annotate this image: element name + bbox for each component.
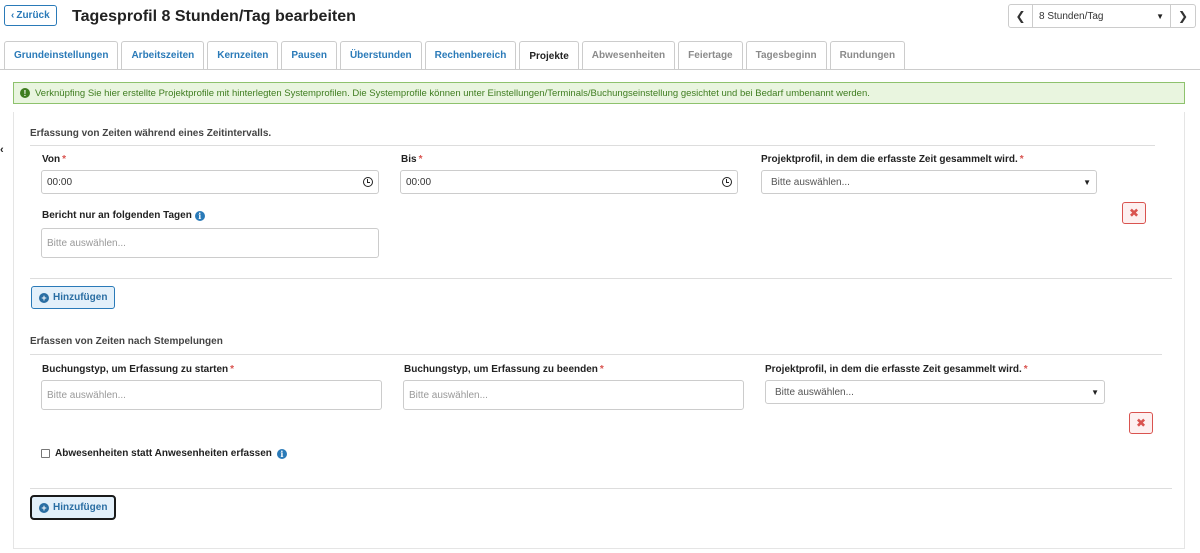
profile-select[interactable]: 8 Stunden/Tag ▼ — [1033, 4, 1171, 28]
alert-text: Verknüpfing Sie hier erstellte Projektpr… — [35, 87, 870, 99]
info-icon[interactable]: i — [276, 448, 287, 459]
tab-feiertage[interactable]: Feiertage — [678, 41, 743, 69]
stamps-profile-label: Projektprofil, in dem die erfasste Zeit … — [765, 364, 1028, 375]
start-type-placeholder: Bitte auswählen... — [47, 389, 126, 401]
tab-abwesenheiten[interactable]: Abwesenheiten — [581, 41, 676, 69]
x-icon: ✖ — [1128, 206, 1140, 220]
tab-projekte[interactable]: Projekte — [519, 41, 579, 70]
back-button[interactable]: ‹ Zurück — [4, 5, 57, 26]
von-label-text: Von — [42, 154, 61, 165]
add-interval-button[interactable]: + Hinzufügen — [31, 286, 116, 309]
end-type-label-text: Buchungstyp, um Erfassung zu beenden — [404, 364, 598, 375]
profile-navigation: ❮ 8 Stunden/Tag ▼ ❯ — [1008, 4, 1196, 28]
chevron-left-icon: ‹ — [11, 10, 15, 21]
bis-label: Bis * — [401, 154, 422, 165]
required-mark: * — [1023, 364, 1028, 375]
previous-profile-button[interactable]: ❮ — [1008, 4, 1033, 28]
end-type-select[interactable]: Bitte auswählen... — [403, 380, 744, 410]
absence-checkbox[interactable] — [41, 449, 50, 458]
bis-time-input[interactable]: 00:00 — [400, 170, 738, 194]
stamps-profile-select[interactable]: Bitte auswählen... ▼ — [765, 380, 1105, 404]
tab-kernzeiten[interactable]: Kernzeiten — [207, 41, 279, 69]
plus-circle-icon: + — [39, 292, 49, 303]
section-divider — [30, 488, 1172, 489]
tab-arbeitszeiten[interactable]: Arbeitszeiten — [121, 41, 205, 69]
absence-checkbox-label[interactable]: Abwesenheiten statt Anwesenheiten erfass… — [55, 448, 272, 459]
remove-stamps-row-button[interactable]: ✖ — [1129, 412, 1153, 434]
plus-circle-icon: + — [39, 502, 49, 513]
clock-icon[interactable] — [722, 177, 732, 187]
tab-bar-divider — [0, 69, 1200, 70]
interval-profile-value: Bitte auswählen... — [771, 176, 850, 188]
days-label-text: Bericht nur an folgenden Tagen — [42, 210, 192, 221]
bis-time-value: 00:00 — [406, 176, 432, 188]
sidebar-toggle-icon[interactable]: ‹ — [0, 143, 7, 157]
required-mark: * — [230, 364, 235, 375]
end-type-placeholder: Bitte auswählen... — [409, 389, 488, 401]
start-type-label-text: Buchungstyp, um Erfassung zu starten — [42, 364, 229, 375]
tab-tagesbeginn[interactable]: Tagesbeginn — [745, 41, 827, 69]
stamps-profile-label-text: Projektprofil, in dem die erfasste Zeit … — [765, 364, 1022, 375]
page-header: ‹ Zurück Tagesprofil 8 Stunden/Tag bearb… — [0, 0, 1200, 36]
tab-grundeinstellungen[interactable]: Grundeinstellungen — [4, 41, 119, 69]
add-stamps-label: Hinzufügen — [53, 502, 108, 513]
section-divider — [30, 145, 1155, 146]
x-icon: ✖ — [1135, 416, 1147, 430]
remove-interval-row-button[interactable]: ✖ — [1122, 202, 1146, 224]
next-profile-button[interactable]: ❯ — [1171, 4, 1196, 28]
required-mark: * — [599, 364, 604, 375]
interval-profile-select[interactable]: Bitte auswählen... ▼ — [761, 170, 1097, 194]
profile-select-value: 8 Stunden/Tag — [1039, 10, 1104, 22]
chevron-left-icon: ❮ — [1015, 9, 1026, 23]
von-label: Von * — [42, 154, 66, 165]
tab-rundungen[interactable]: Rundungen — [829, 41, 906, 69]
von-time-input[interactable]: 00:00 — [41, 170, 379, 194]
days-placeholder: Bitte auswählen... — [47, 237, 126, 249]
start-type-select[interactable]: Bitte auswählen... — [41, 380, 382, 410]
stamps-profile-value: Bitte auswählen... — [775, 386, 854, 398]
tab-bar: Grundeinstellungen Arbeitszeiten Kernzei… — [4, 41, 906, 70]
interval-profile-label: Projektprofil, in dem die erfasste Zeit … — [761, 154, 1024, 165]
caret-down-icon: ▼ — [1083, 177, 1091, 187]
info-icon[interactable]: i — [194, 211, 205, 221]
section-title-stamps: Erfassen von Zeiten nach Stempelungen — [30, 336, 223, 347]
interval-profile-label-text: Projektprofil, in dem die erfasste Zeit … — [761, 154, 1018, 165]
required-mark: * — [1019, 154, 1024, 165]
alert-info-icon: ! — [20, 88, 30, 98]
back-button-label: Zurück — [16, 10, 50, 21]
days-label: Bericht nur an folgenden Tagen i — [42, 210, 205, 221]
days-multiselect[interactable]: Bitte auswählen... — [41, 228, 379, 258]
chevron-right-icon: ❯ — [1177, 9, 1189, 23]
absence-checkbox-row: Abwesenheiten statt Anwesenheiten erfass… — [41, 448, 287, 459]
caret-down-icon: ▼ — [1091, 387, 1099, 397]
section-divider — [30, 354, 1162, 355]
info-alert: ! Verknüpfing Sie hier erstellte Projekt… — [13, 82, 1185, 104]
clock-icon[interactable] — [363, 177, 373, 187]
bis-label-text: Bis — [401, 154, 417, 165]
start-type-label: Buchungstyp, um Erfassung zu starten * — [42, 364, 234, 375]
add-stamps-button[interactable]: + Hinzufügen — [29, 495, 117, 520]
add-interval-label: Hinzufügen — [53, 292, 108, 303]
section-divider — [30, 278, 1172, 279]
end-type-label: Buchungstyp, um Erfassung zu beenden * — [404, 364, 604, 375]
required-mark: * — [418, 154, 423, 165]
caret-down-icon: ▼ — [1156, 11, 1164, 21]
tab-pausen[interactable]: Pausen — [281, 41, 337, 69]
required-mark: * — [62, 154, 67, 165]
tab-rechenbereich[interactable]: Rechenbereich — [424, 41, 517, 69]
von-time-value: 00:00 — [47, 176, 73, 188]
section-title-interval: Erfassung von Zeiten während eines Zeiti… — [30, 128, 272, 139]
page-title: Tagesprofil 8 Stunden/Tag bearbeiten — [72, 8, 356, 25]
tab-ueberstunden[interactable]: Überstunden — [339, 41, 422, 69]
